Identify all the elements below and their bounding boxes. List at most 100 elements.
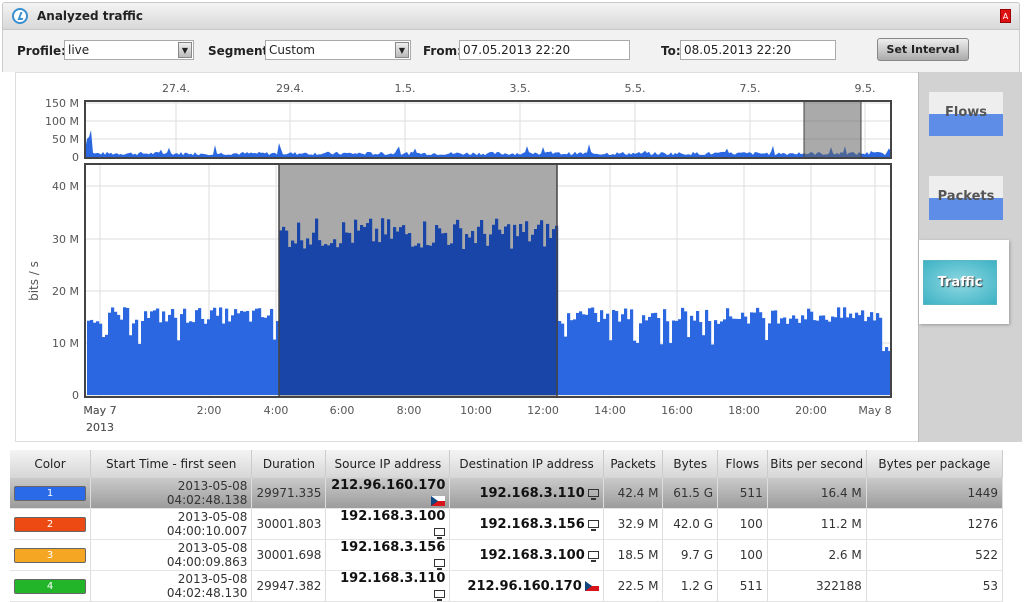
traffic-bar	[750, 312, 754, 395]
traffic-chart[interactable]: 150 M 100 M 50 M 0 27.4. 29.4. 1.5. 3.5. 5.5. 7.5…	[0, 0, 920, 440]
traffic-bar	[663, 309, 667, 395]
overview-series-area	[85, 129, 891, 158]
column-header[interactable]: Bytes	[662, 450, 719, 478]
traffic-bar	[543, 246, 547, 395]
column-header[interactable]: Source IP address	[325, 450, 451, 478]
traffic-bar	[165, 321, 169, 395]
traffic-bar	[861, 310, 865, 395]
traffic-bar	[192, 322, 196, 395]
color-swatch[interactable]: 4	[14, 579, 86, 594]
traffic-bar	[855, 312, 859, 395]
traffic-bar	[237, 313, 241, 395]
traffic-bar	[219, 307, 223, 395]
column-header[interactable]: Flows	[717, 450, 768, 478]
traffic-bar	[789, 318, 793, 395]
traffic-bar	[843, 307, 847, 395]
traffic-bar	[444, 232, 448, 395]
traffic-bar	[846, 317, 850, 395]
traffic-bar	[330, 243, 334, 395]
traffic-bar	[207, 319, 211, 395]
traffic-bar	[339, 243, 343, 395]
table-row[interactable]: 4 2013-05-08 04:02:48.130 29947.382 192.1…	[10, 570, 1004, 602]
packets: 32.9 M	[603, 508, 664, 540]
column-header[interactable]: Duration	[251, 450, 327, 478]
traffic-bar	[462, 248, 466, 395]
traffic-bar	[240, 310, 244, 395]
x-tick: 8:00	[397, 404, 422, 417]
column-header[interactable]: Destination IP address	[449, 450, 604, 478]
traffic-bar	[636, 342, 640, 395]
column-header[interactable]: Bytes per package	[866, 450, 1004, 478]
y-axis-label: bits / s	[27, 261, 41, 301]
traffic-bar	[195, 310, 199, 395]
traffic-bar	[561, 323, 565, 395]
traffic-bar	[879, 317, 883, 395]
traffic-bar	[762, 318, 766, 395]
traffic-bar	[633, 340, 637, 395]
traffic-bar	[264, 317, 268, 395]
column-header[interactable]: Start Time - first seen	[90, 450, 253, 478]
statistics-table: Color Start Time - first seen Duration Sour…	[10, 450, 1004, 602]
traffic-bar	[780, 318, 784, 395]
traffic-bar	[243, 311, 247, 395]
column-header[interactable]: Color	[10, 450, 91, 478]
traffic-bar	[111, 307, 115, 395]
flows: 100	[717, 539, 768, 571]
pdf-icon[interactable]: A	[1000, 9, 1011, 23]
traffic-bar	[246, 310, 250, 395]
table-row[interactable]: 2 2013-05-08 04:00:10.007 30001.803 192.1…	[10, 508, 1004, 540]
traffic-bar	[366, 223, 370, 395]
tab-packets[interactable]: Packets	[929, 176, 1003, 220]
traffic-bar	[456, 219, 460, 395]
traffic-bar	[285, 230, 289, 395]
bytes-per-package: 1449	[866, 478, 1004, 509]
column-header[interactable]: Bits per second	[767, 450, 867, 478]
traffic-bar	[885, 347, 889, 395]
traffic-bar	[333, 239, 337, 395]
traffic-bar	[528, 241, 532, 395]
traffic-bar	[189, 321, 193, 395]
czech-flag-icon	[584, 581, 599, 591]
overview-x-tick: 1.5.	[395, 82, 416, 95]
traffic-bar	[450, 243, 454, 395]
color-swatch[interactable]: 1	[14, 486, 86, 501]
traffic-bar	[711, 344, 715, 395]
color-swatch[interactable]: 2	[14, 517, 86, 532]
traffic-bar	[747, 323, 751, 395]
overview-x-tick: 9.5.	[855, 82, 876, 95]
traffic-bar	[99, 323, 103, 395]
traffic-bar	[342, 222, 346, 395]
bytes: 9.7 G	[662, 539, 719, 571]
traffic-bar	[480, 220, 484, 395]
traffic-bar	[588, 308, 592, 395]
traffic-bar	[120, 319, 124, 395]
color-swatch[interactable]: 3	[14, 548, 86, 563]
tab-flows[interactable]: Flows	[929, 92, 1003, 136]
traffic-bar	[600, 310, 604, 395]
traffic-bar	[819, 315, 823, 395]
traffic-bar	[327, 245, 331, 395]
traffic-bar	[705, 309, 709, 395]
traffic-bar	[840, 317, 844, 395]
traffic-bar	[117, 314, 121, 395]
traffic-bar	[513, 224, 517, 395]
tab-packets-label: Packets	[937, 189, 995, 204]
source-ip: 212.96.160.170	[325, 478, 451, 509]
source-ip: 192.168.3.156	[325, 539, 451, 571]
traffic-bar	[294, 243, 298, 395]
traffic-bar	[759, 312, 763, 395]
column-header[interactable]: Packets	[603, 450, 664, 478]
traffic-bar	[114, 311, 118, 395]
traffic-bar	[399, 227, 403, 395]
traffic-bar	[591, 307, 595, 395]
start-time: 2013-05-08 04:00:09.863	[90, 539, 253, 571]
table-row[interactable]: 1 2013-05-08 04:02:48.138 29971.335 212.9…	[10, 478, 1004, 509]
traffic-bar	[354, 219, 358, 395]
traffic-bar	[567, 313, 571, 395]
overview-y-tick: 0	[72, 151, 79, 164]
tab-traffic[interactable]: Traffic	[919, 240, 1009, 324]
traffic-bar	[558, 320, 562, 395]
start-time: 2013-05-08 04:00:10.007	[90, 508, 253, 540]
table-row[interactable]: 3 2013-05-08 04:00:09.863 30001.698 192.1…	[10, 539, 1004, 571]
traffic-bar	[162, 311, 166, 395]
